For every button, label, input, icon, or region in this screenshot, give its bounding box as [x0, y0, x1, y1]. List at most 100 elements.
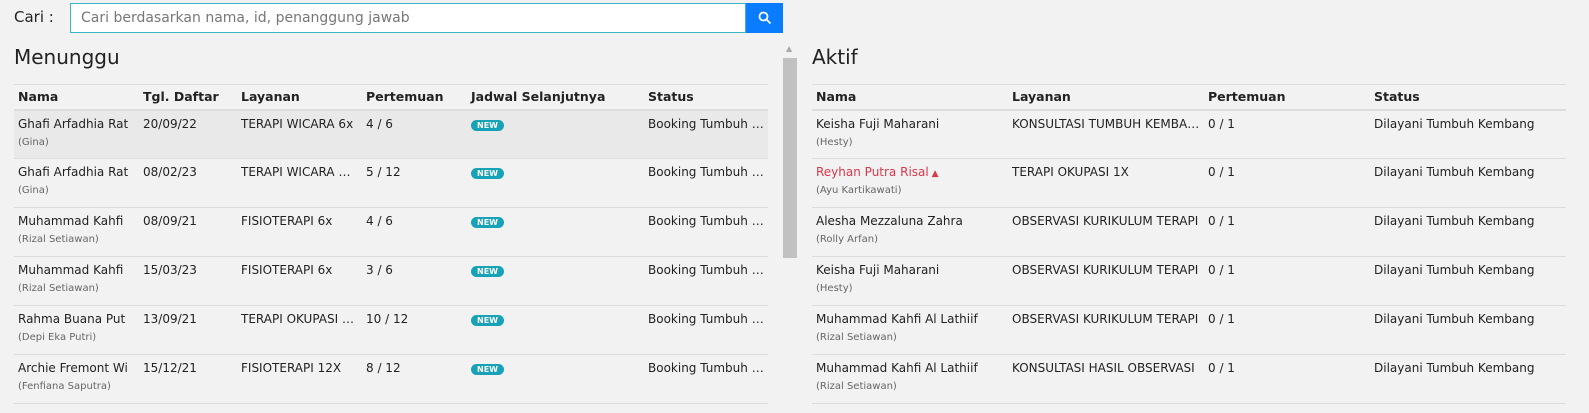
new-badge: NEW: [471, 217, 504, 228]
waiting-panel: Menunggu Nama Tgl. Daftar Layanan Pertemuan…: [14, 44, 768, 404]
service-cell: OBSERVASI KURIKULUM TERAPI: [1008, 256, 1204, 306]
service-cell: FISIOTERAPI 6x: [237, 207, 362, 257]
active-title: Aktif: [812, 45, 858, 69]
patient-name[interactable]: Ghafi Arfadhia Rat: [18, 165, 128, 179]
service-cell: KONSULTASI TUMBUH KEMBANG: [1008, 109, 1204, 159]
table-row[interactable]: Keisha Fuji Maharani (Hesty) OBSERVASI KUR…: [812, 256, 1566, 306]
waiting-table: Nama Tgl. Daftar Layanan Pertemuan Jadwal Se…: [14, 84, 768, 404]
column-header[interactable]: Layanan: [1008, 84, 1204, 111]
patient-name[interactable]: Keisha Fuji Maharani: [816, 263, 939, 277]
column-header[interactable]: Nama: [812, 84, 1008, 111]
table-row[interactable]: Muhammad Kahfi Al Lathiif (Rizal Setiawan…: [812, 354, 1566, 404]
column-header[interactable]: Layanan: [237, 84, 362, 111]
patient-name[interactable]: Archie Fremont Wi: [18, 361, 128, 375]
new-badge: NEW: [471, 315, 504, 326]
column-header[interactable]: Tgl. Daftar: [139, 84, 237, 111]
table-row[interactable]: Archie Fremont Wi (Fenfiana Saputra) 15/12…: [14, 354, 768, 404]
service-cell: TERAPI WICARA 12X: [237, 158, 362, 208]
column-header[interactable]: Nama: [14, 84, 139, 111]
column-header[interactable]: Pertemuan: [1204, 84, 1370, 111]
table-row[interactable]: Muhammad Kahfi (Rizal Setiawan) 08/09/21 FI…: [14, 207, 768, 257]
service-cell: TERAPI OKUPASI 12X: [237, 305, 362, 355]
name-cell: Alesha Mezzaluna Zahra (Rolly Arfan): [812, 207, 1008, 257]
column-header[interactable]: Pertemuan: [362, 84, 467, 111]
table-row[interactable]: Rahma Buana Put (Depi Eka Putri) 13/09/21 T…: [14, 305, 768, 355]
pic-name: (Hesty): [816, 283, 853, 294]
patient-name[interactable]: Rahma Buana Put: [18, 312, 125, 326]
patient-name[interactable]: Alesha Mezzaluna Zahra: [816, 214, 963, 228]
status-cell: Booking Tumbuh Kembang: [644, 354, 768, 404]
new-badge: NEW: [471, 168, 504, 179]
service-cell: FISIOTERAPI 6x: [237, 256, 362, 306]
meeting-cell: 10 / 12: [362, 305, 467, 355]
patient-name[interactable]: Muhammad Kahfi Al Lathiif: [816, 312, 978, 326]
meeting-cell: 0 / 1: [1204, 305, 1370, 355]
service-cell: OBSERVASI KURIKULUM TERAPI: [1008, 207, 1204, 257]
search-input[interactable]: [70, 3, 746, 33]
scrollbar-thumb[interactable]: [783, 58, 797, 258]
pic-name: (Depi Eka Putri): [18, 332, 97, 343]
status-cell: Booking Tumbuh Kembang: [644, 158, 768, 208]
name-cell: Muhammad Kahfi Al Lathiif (Rizal Setiawan…: [812, 354, 1008, 404]
table-row[interactable]: Muhammad Kahfi Al Lathiif (Rizal Setiawan…: [812, 305, 1566, 355]
status-cell: Dilayani Tumbuh Kembang: [1370, 109, 1566, 159]
patient-name[interactable]: Muhammad Kahfi: [18, 263, 123, 277]
status-cell: Dilayani Tumbuh Kembang: [1370, 207, 1566, 257]
service-cell: OBSERVASI KURIKULUM TERAPI: [1008, 305, 1204, 355]
patient-name[interactable]: Keisha Fuji Maharani: [816, 117, 939, 131]
new-badge: NEW: [471, 266, 504, 277]
patient-name[interactable]: Muhammad Kahfi Al Lathiif: [816, 361, 978, 375]
service-cell: TERAPI WICARA 6x: [237, 109, 362, 159]
column-header[interactable]: Status: [644, 84, 768, 111]
pic-name: (Hesty): [816, 136, 853, 148]
name-cell: Keisha Fuji Maharani (Hesty): [812, 109, 1008, 159]
status-cell: Booking Tumbuh Kembang: [644, 109, 768, 159]
warning-icon: ▲: [928, 169, 939, 179]
status-cell: Dilayani Tumbuh Kembang: [1370, 354, 1566, 404]
status-cell: Dilayani Tumbuh Kembang: [1370, 305, 1566, 355]
column-header[interactable]: Status: [1370, 84, 1566, 111]
patient-name[interactable]: Muhammad Kahfi: [18, 214, 123, 228]
active-table: Nama Layanan Pertemuan Status Keisha Fuji Ma…: [812, 84, 1566, 404]
scroll-up-icon[interactable]: ▲: [786, 44, 792, 53]
name-cell: Muhammad Kahfi (Rizal Setiawan): [14, 256, 139, 306]
table-row[interactable]: Alesha Mezzaluna Zahra (Rolly Arfan) OBSER…: [812, 207, 1566, 257]
table-row[interactable]: Ghafi Arfadhia Rat (Gina) 20/09/22 TERAPI W…: [14, 109, 768, 159]
pic-name: (Gina): [18, 185, 49, 196]
status-cell: Dilayani Tumbuh Kembang: [1370, 256, 1566, 306]
meeting-cell: 0 / 1: [1204, 354, 1370, 404]
pic-name: (Rizal Setiawan): [18, 234, 99, 245]
service-cell: KONSULTASI HASIL OBSERVASI: [1008, 354, 1204, 404]
name-cell: Ghafi Arfadhia Rat (Gina): [14, 158, 139, 208]
table-row[interactable]: Muhammad Kahfi (Rizal Setiawan) 15/03/23 FI…: [14, 256, 768, 306]
meeting-cell: 4 / 6: [362, 109, 467, 159]
schedule-cell: NEW: [467, 305, 644, 355]
scrollbar[interactable]: ▲: [783, 44, 797, 413]
meeting-cell: 8 / 12: [362, 354, 467, 404]
pic-name: (Fenfiana Saputra): [18, 381, 111, 392]
name-cell: Archie Fremont Wi (Fenfiana Saputra): [14, 354, 139, 404]
patient-name[interactable]: Ghafi Arfadhia Rat: [18, 117, 128, 131]
table-row[interactable]: Reyhan Putra Risal ▲ (Ayu Kartikawati) TER…: [812, 158, 1566, 208]
patient-name[interactable]: Reyhan Putra Risal: [816, 165, 929, 179]
column-header[interactable]: Jadwal Selanjutnya: [467, 84, 644, 111]
status-cell: Dilayani Tumbuh Kembang: [1370, 158, 1566, 208]
schedule-cell: NEW: [467, 256, 644, 306]
date-cell: 15/12/21: [139, 354, 237, 404]
name-cell: Ghafi Arfadhia Rat (Gina): [14, 109, 139, 159]
table-row[interactable]: Ghafi Arfadhia Rat (Gina) 08/02/23 TERAPI W…: [14, 158, 768, 208]
date-cell: 20/09/22: [139, 109, 237, 159]
search-button[interactable]: [746, 3, 783, 33]
new-badge: NEW: [471, 364, 504, 375]
meeting-cell: 5 / 12: [362, 158, 467, 208]
pic-name: (Gina): [18, 136, 49, 148]
date-cell: 13/09/21: [139, 305, 237, 355]
name-cell: Muhammad Kahfi Al Lathiif (Rizal Setiawan…: [812, 305, 1008, 355]
status-cell: Booking Tumbuh Kembang: [644, 207, 768, 257]
schedule-cell: NEW: [467, 158, 644, 208]
meeting-cell: 4 / 6: [362, 207, 467, 257]
status-cell: Booking Tumbuh Kembang: [644, 305, 768, 355]
service-cell: FISIOTERAPI 12X: [237, 354, 362, 404]
table-row[interactable]: Keisha Fuji Maharani (Hesty) KONSULTASI TU…: [812, 109, 1566, 159]
name-cell: Reyhan Putra Risal ▲ (Ayu Kartikawati): [812, 158, 1008, 208]
